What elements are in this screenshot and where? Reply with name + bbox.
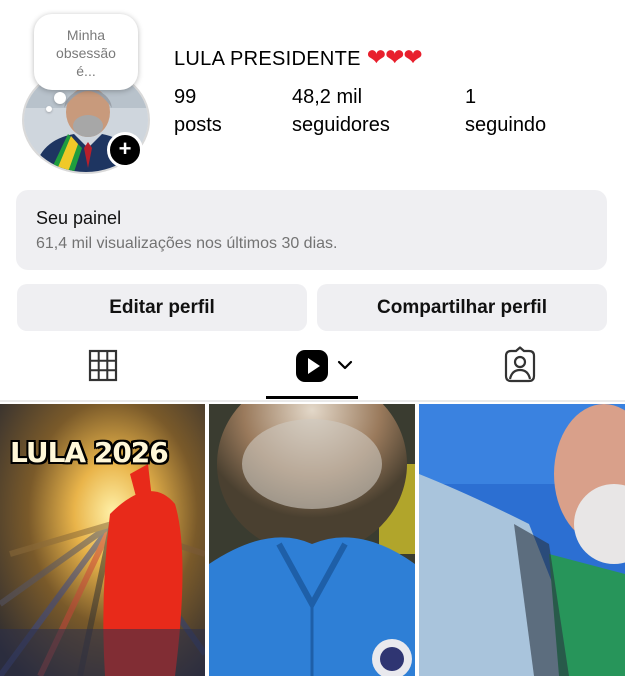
add-story-icon[interactable]: + bbox=[107, 132, 143, 168]
post-thumbnail[interactable] bbox=[209, 404, 415, 676]
tagged-icon bbox=[504, 346, 536, 383]
active-tab-indicator bbox=[266, 396, 358, 399]
note-line: é... bbox=[76, 63, 96, 79]
profile-name: LULA PRESIDENTE ❤❤❤ bbox=[174, 44, 423, 71]
stat-value: 48,2 mil bbox=[292, 86, 363, 108]
professional-dashboard[interactable]: Seu painel 61,4 mil visualizações nos úl… bbox=[16, 190, 607, 270]
stat-label: seguidores bbox=[292, 114, 390, 136]
note-line: obsessão bbox=[56, 45, 116, 61]
post-overlay-text: LULA 2026 bbox=[10, 436, 169, 469]
post-image bbox=[209, 404, 415, 676]
edit-profile-button[interactable]: Editar perfil bbox=[17, 284, 307, 331]
note-line: Minha bbox=[66, 27, 106, 43]
tab-reels[interactable] bbox=[292, 346, 356, 386]
stat-value: 1 bbox=[465, 86, 477, 108]
chevron-down-icon bbox=[337, 360, 353, 370]
note-tail bbox=[54, 92, 66, 104]
stat-following[interactable]: 1 seguindo bbox=[465, 84, 546, 138]
post-thumbnail[interactable]: LULA 2026 bbox=[0, 404, 205, 676]
stat-followers[interactable]: 48,2 mil seguidores bbox=[292, 84, 390, 138]
note-bubble[interactable]: Minha obsessão é... bbox=[34, 14, 138, 90]
tab-tagged[interactable] bbox=[500, 346, 540, 386]
grid-icon bbox=[88, 349, 118, 382]
reels-icon bbox=[296, 350, 328, 382]
share-profile-button[interactable]: Compartilhar perfil bbox=[317, 284, 607, 331]
stat-value: 99 bbox=[174, 86, 197, 108]
post-image bbox=[419, 404, 625, 676]
dashboard-title: Seu painel bbox=[36, 208, 122, 228]
tab-grid[interactable] bbox=[83, 346, 123, 386]
stat-label: posts bbox=[174, 114, 222, 136]
note-tail bbox=[46, 106, 52, 112]
hearts-emoji: ❤❤❤ bbox=[366, 44, 423, 70]
dashboard-subtitle: 61,4 mil visualizações nos últimos 30 di… bbox=[36, 235, 338, 252]
grid-divider bbox=[0, 400, 625, 402]
profile-name-text: LULA PRESIDENTE bbox=[174, 48, 361, 70]
post-thumbnail[interactable] bbox=[419, 404, 625, 676]
stat-posts[interactable]: 99 posts bbox=[174, 84, 222, 138]
stat-label: seguindo bbox=[465, 114, 547, 136]
